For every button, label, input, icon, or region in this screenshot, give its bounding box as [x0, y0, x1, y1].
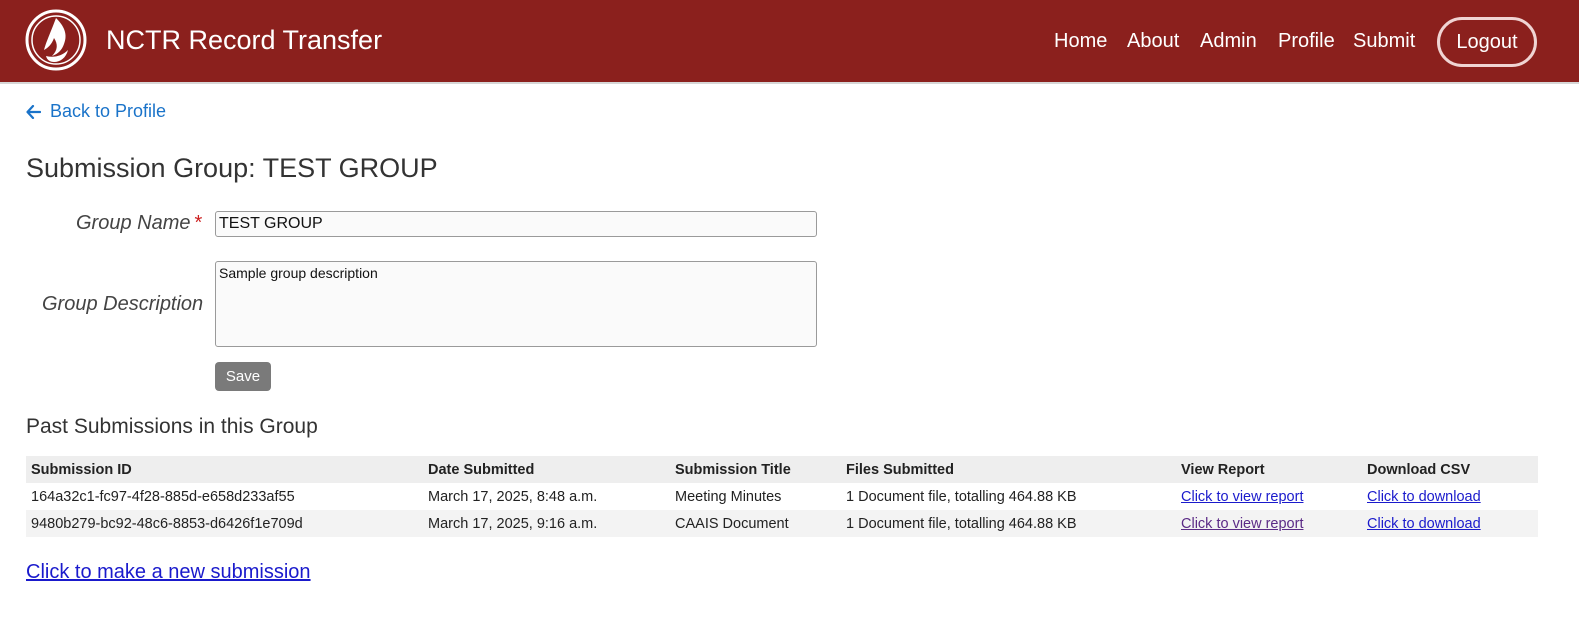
group-name-label-text: Group Name: [76, 212, 191, 234]
site-header: NCTR Record Transfer Home About Admin Pr…: [0, 0, 1579, 84]
cell-download-csv: Click to download: [1362, 510, 1538, 537]
col-view-report: View Report: [1176, 456, 1362, 483]
table-row: 9480b279-bc92-48c6-8853-d6426f1e709d Mar…: [26, 510, 1538, 537]
download-csv-link[interactable]: Click to download: [1367, 489, 1481, 505]
arrow-left-icon: [26, 104, 41, 119]
logout-button[interactable]: Logout: [1437, 17, 1537, 67]
col-download-csv: Download CSV: [1362, 456, 1538, 483]
required-mark: *: [194, 212, 203, 234]
flame-feather-logo-icon[interactable]: [24, 8, 88, 72]
group-name-input[interactable]: [215, 211, 817, 237]
group-description-textarea[interactable]: Sample group description: [215, 261, 817, 347]
cell-view-report: Click to view report: [1176, 483, 1362, 510]
group-name-label: Group Name *: [76, 212, 202, 235]
nav-home[interactable]: Home: [1054, 30, 1107, 53]
cell-files-submitted: 1 Document file, totalling 464.88 KB: [841, 510, 1176, 537]
back-link-label: Back to Profile: [50, 101, 167, 121]
group-description-label: Group Description: [42, 293, 204, 315]
nav-submit[interactable]: Submit: [1353, 30, 1415, 53]
cell-date-submitted: March 17, 2025, 8:48 a.m.: [428, 488, 598, 505]
table-header-row: Submission ID Date Submitted Submission …: [26, 456, 1538, 483]
past-submissions-title: Past Submissions in this Group: [26, 415, 318, 438]
back-to-profile-link[interactable]: Back to Profile: [26, 101, 166, 122]
nav-about[interactable]: About: [1127, 30, 1179, 53]
cell-submission-title: Meeting Minutes: [675, 488, 782, 505]
cell-submission-id: 164a32c1-fc97-4f28-885d-e658d233af55: [31, 488, 295, 505]
cell-submission-id: 9480b279-bc92-48c6-8853-d6426f1e709d: [26, 510, 423, 537]
cell-submission-title: CAAIS Document: [670, 510, 841, 537]
cell-date-submitted: March 17, 2025, 9:16 a.m.: [423, 510, 670, 537]
download-csv-link[interactable]: Click to download: [1367, 516, 1481, 532]
col-submission-id: Submission ID: [26, 456, 423, 483]
new-submission-link[interactable]: Click to make a new submission: [26, 561, 311, 584]
nav-admin[interactable]: Admin: [1200, 30, 1257, 53]
view-report-link[interactable]: Click to view report: [1181, 489, 1303, 505]
past-submissions-table: Submission ID Date Submitted Submission …: [26, 456, 1538, 537]
page-title: Submission Group: TEST GROUP: [26, 153, 438, 183]
col-date-submitted: Date Submitted: [423, 456, 670, 483]
table-row: 164a32c1-fc97-4f28-885d-e658d233af55 Mar…: [26, 483, 1538, 510]
cell-download-csv: Click to download: [1362, 483, 1538, 510]
save-button[interactable]: Save: [215, 362, 271, 391]
cell-files-submitted: 1 Document file, totalling 464.88 KB: [846, 488, 1077, 505]
cell-view-report: Click to view report: [1176, 510, 1362, 537]
col-submission-title: Submission Title: [670, 456, 841, 483]
view-report-link[interactable]: Click to view report: [1181, 516, 1303, 532]
site-title[interactable]: NCTR Record Transfer: [106, 25, 382, 56]
nav-profile[interactable]: Profile: [1278, 30, 1335, 53]
col-files-submitted: Files Submitted: [841, 456, 1176, 483]
